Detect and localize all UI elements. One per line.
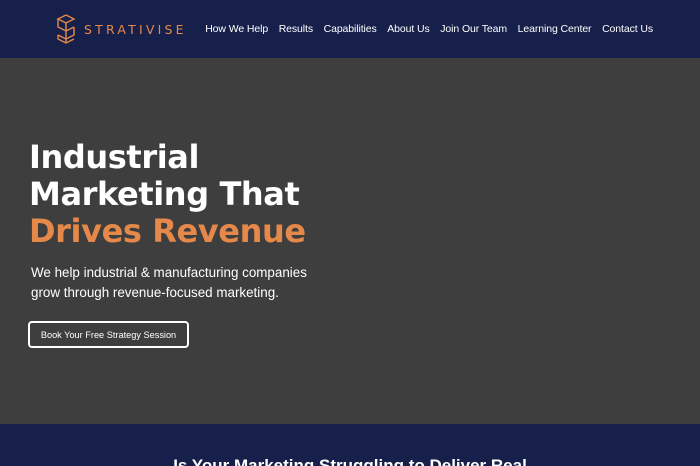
nav-item-contact-us[interactable]: Contact Us [602, 23, 653, 35]
hero-heading-line2: Marketing That [29, 175, 300, 213]
nav-item-join-our-team[interactable]: Join Our Team [440, 23, 507, 35]
hero-subtext-line2: grow through revenue-focused marketing. [31, 285, 279, 300]
nav-item-learning-center[interactable]: Learning Center [518, 23, 592, 35]
problem-section: Is Your Marketing Struggling to Deliver … [0, 424, 700, 466]
hero-heading-accent: Drives Revenue [29, 212, 306, 250]
brand-name: STRATIVISE [84, 21, 187, 37]
nav-item-capabilities[interactable]: Capabilities [324, 23, 377, 35]
hero-subtext: We help industrial & manufacturing compa… [31, 263, 331, 303]
main-menu: How We Help Results Capabilities About U… [195, 23, 653, 35]
book-strategy-session-button[interactable]: Book Your Free Strategy Session [28, 321, 189, 348]
top-navbar: STRATIVISE How We Help Results Capabilit… [0, 0, 700, 58]
problem-section-title: Is Your Marketing Struggling to Deliver … [173, 456, 527, 466]
hero-heading: Industrial Marketing That Drives Revenue [29, 139, 449, 250]
stacked-s-cube-icon [56, 14, 76, 44]
hero-section: Industrial Marketing That Drives Revenue… [0, 58, 700, 424]
nav-item-results[interactable]: Results [279, 23, 313, 35]
nav-item-about-us[interactable]: About Us [387, 23, 429, 35]
hero-subtext-line1: We help industrial & manufacturing compa… [31, 265, 307, 280]
hero-heading-line1: Industrial [29, 138, 200, 176]
brand-logo[interactable]: STRATIVISE [56, 14, 187, 44]
nav-item-how-we-help[interactable]: How We Help [205, 23, 268, 35]
